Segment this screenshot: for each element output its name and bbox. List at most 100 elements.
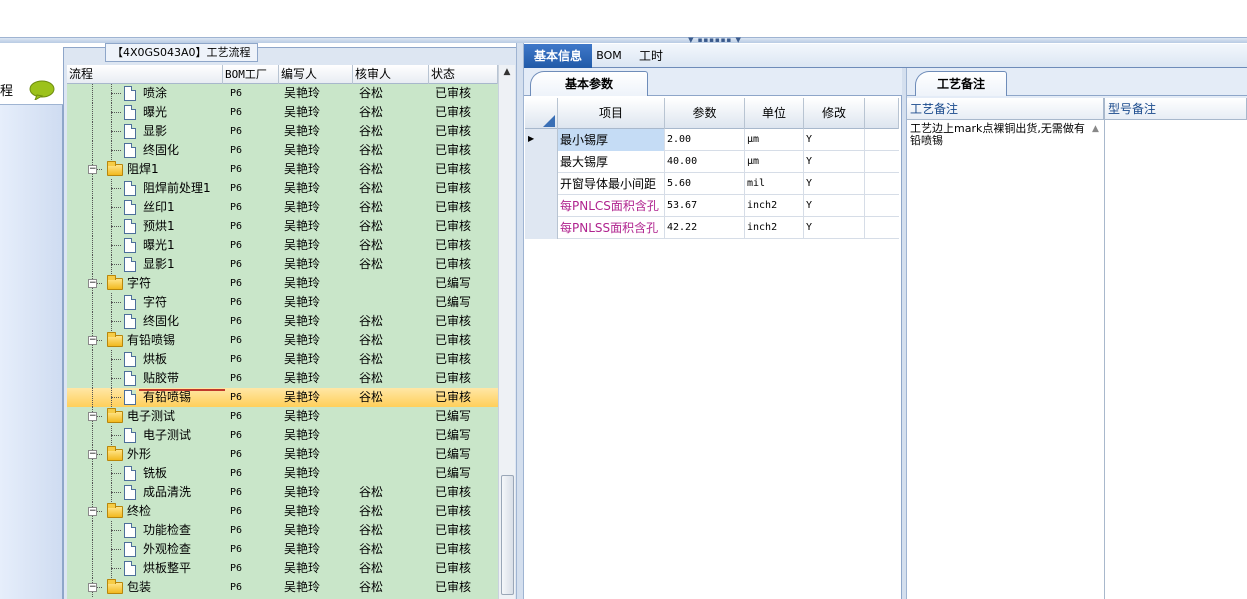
tree-row[interactable]: 终固化 P6 吴艳玲 谷松 已审核 [67,141,498,160]
param-modify-cell[interactable]: Y [804,129,865,151]
model-note-column[interactable]: 型号备注 [1105,98,1247,599]
tree-folder-row[interactable]: − 字符 P6 吴艳玲 已编写 [67,274,498,293]
process-tree-grid[interactable]: 流程 BOM工厂 编写人 核审人 状态 喷涂 P6 吴艳玲 谷松 已审核 曝光 P6 吴艳玲谷… [67,65,498,599]
col-header-bom-factory[interactable]: BOM工厂 [223,65,279,84]
param-row[interactable]: 最大锡厚 40.00 μm Y [525,151,899,173]
tree-row[interactable]: 曝光 P6 吴艳玲 谷松 已审核 [67,103,498,122]
col-header-flow[interactable]: 流程 [67,65,223,84]
param-unit-cell[interactable]: inch2 [745,217,804,239]
collapse-icon[interactable]: − [88,165,97,174]
param-item-cell[interactable]: 每PNLSS面积含孔 [558,217,665,239]
splitter-grip-icon[interactable]: ▼ ▪▪▪▪▪▪ ▼ [680,36,750,44]
param-item-cell[interactable]: 最大锡厚 [558,151,665,173]
param-row[interactable]: 每PNLCS面积含孔 53.67 inch2 Y [525,195,899,217]
row-selector[interactable] [525,217,558,239]
collapse-icon[interactable]: − [88,412,97,421]
status-cell: 已审核 [435,219,472,233]
row-header-corner[interactable] [525,98,558,129]
tree-row[interactable]: 功能检查 P6 吴艳玲 谷松 已审核 [67,521,498,540]
col-header-reviewer[interactable]: 核审人 [353,65,429,84]
col-header-status[interactable]: 状态 [429,65,498,84]
tree-row[interactable]: 铣板 P6 吴艳玲 已编写 [67,464,498,483]
param-value-cell[interactable]: 2.00 [665,129,745,151]
param-value-cell[interactable]: 40.00 [665,151,745,173]
col-header-modify[interactable]: 修改 [804,98,865,129]
tab-basic-info[interactable]: 基本信息 [524,44,592,68]
param-item-cell[interactable]: 最小锡厚 [558,129,665,151]
col-header-author[interactable]: 编写人 [279,65,353,84]
collapse-icon[interactable]: − [88,507,97,516]
param-row[interactable]: 每PNLSS面积含孔 42.22 inch2 Y [525,217,899,239]
tree-row[interactable]: 曝光1 P6 吴艳玲 谷松 已审核 [67,236,498,255]
tab-process-notes[interactable]: 工艺备注 [915,71,1007,96]
param-unit-cell[interactable]: mil [745,173,804,195]
detail-tabbar: 基本信息 BOM 工时 [524,44,1247,68]
status-cell: 已编写 [435,276,472,290]
tree-row[interactable]: 喷涂 P6 吴艳玲 谷松 已审核 [67,84,498,103]
param-row[interactable]: ▶ 最小锡厚 2.00 μm Y [525,129,899,151]
tab-work-hours[interactable]: 工时 [634,44,668,68]
tree-row[interactable]: 外观检查 P6 吴艳玲 谷松 已审核 [67,540,498,559]
row-selector[interactable]: ▶ [525,129,558,151]
tree-folder-row[interactable]: − 外形 P6 吴艳玲 已编写 [67,445,498,464]
param-value-cell[interactable]: 53.67 [665,195,745,217]
tree-scrollbar[interactable]: ▲ [498,65,515,599]
tree-folder-row[interactable]: − 电子测试 P6 吴艳玲 已编写 [67,407,498,426]
tab-bom[interactable]: BOM [596,44,622,68]
tree-row[interactable]: 贴胶带 P6 吴艳玲 谷松 已审核 [67,369,498,388]
tree-row[interactable]: 成品清洗 P6 吴艳玲 谷松 已审核 [67,483,498,502]
param-value-cell[interactable]: 42.22 [665,217,745,239]
tree-row[interactable]: 烘板整平 P6 吴艳玲 谷松 已审核 [67,559,498,578]
row-selector[interactable] [525,151,558,173]
param-item-cell[interactable]: 每PNLCS面积含孔 [558,195,665,217]
author-cell: 吴艳玲 [284,219,321,233]
collapse-icon[interactable]: − [88,279,97,288]
tree-row[interactable]: 预烘1 P6 吴艳玲 谷松 已审核 [67,217,498,236]
collapse-icon[interactable]: − [88,336,97,345]
tree-row[interactable]: 有铅喷锡 P6 吴艳玲 谷松 已审核 [67,388,498,407]
param-item-cell[interactable]: 开窗导体最小间距 [558,173,665,195]
param-value-cell[interactable]: 5.60 [665,173,745,195]
param-modify-cell[interactable]: Y [804,217,865,239]
param-row[interactable]: 开窗导体最小间距 5.60 mil Y [525,173,899,195]
tree-folder-row[interactable]: − 有铅喷锡 P6 吴艳玲 谷松 已审核 [67,331,498,350]
document-icon [124,523,136,538]
scroll-up-icon[interactable]: ▲ [499,67,515,79]
tree-row[interactable]: 丝印1 P6 吴艳玲 谷松 已审核 [67,198,498,217]
tree-folder-row[interactable]: − 包装 P6 吴艳玲 谷松 已审核 [67,578,498,597]
folder-icon [107,503,123,518]
tree-row[interactable]: 终固化 P6 吴艳玲 谷松 已审核 [67,312,498,331]
collapse-icon[interactable]: − [88,450,97,459]
row-selector[interactable] [525,173,558,195]
note-scroll-up-icon[interactable]: ▲ [1092,124,1099,134]
tree-folder-row[interactable]: − 阻焊1 P6 吴艳玲 谷松 已审核 [67,160,498,179]
param-modify-cell[interactable]: Y [804,195,865,217]
tree-row[interactable]: 显影 P6 吴艳玲 谷松 已审核 [67,122,498,141]
middle-splitter[interactable] [516,43,524,599]
tree-row[interactable]: 字符 P6 吴艳玲 已编写 [67,293,498,312]
col-header-item[interactable]: 项目 [558,98,665,129]
collapse-icon[interactable]: − [88,583,97,592]
param-unit-cell[interactable]: μm [745,129,804,151]
row-selector[interactable] [525,195,558,217]
param-unit-cell[interactable]: μm [745,151,804,173]
tree-folder-row[interactable]: − 终检 P6 吴艳玲 谷松 已审核 [67,502,498,521]
tree-row[interactable]: 显影1 P6 吴艳玲 谷松 已审核 [67,255,498,274]
process-note-column[interactable]: 工艺备注 工艺边上mark点裸铜出货,无需做有铅喷锡 ▲ [907,98,1105,599]
col-header-value[interactable]: 参数 [665,98,745,129]
tree-row[interactable]: 烘板 P6 吴艳玲 谷松 已审核 [67,350,498,369]
tree-row[interactable]: 电子测试 P6 吴艳玲 已编写 [67,426,498,445]
param-unit-cell[interactable]: inch2 [745,195,804,217]
document-icon [124,219,136,234]
reviewer-cell: 谷松 [359,86,384,100]
tree-row[interactable]: 阻焊前处理1 P6 吴艳玲 谷松 已审核 [67,179,498,198]
tree-connector [92,464,93,483]
process-note-text[interactable]: 工艺边上mark点裸铜出货,无需做有铅喷锡 [910,123,1088,147]
tree-connector [92,369,93,388]
tab-basic-params[interactable]: 基本参数 [530,71,648,96]
param-modify-cell[interactable]: Y [804,173,865,195]
param-modify-cell[interactable]: Y [804,151,865,173]
col-header-unit[interactable]: 单位 [745,98,804,129]
scrollbar-thumb[interactable] [501,475,514,595]
chat-bubble-icon[interactable] [29,80,55,100]
